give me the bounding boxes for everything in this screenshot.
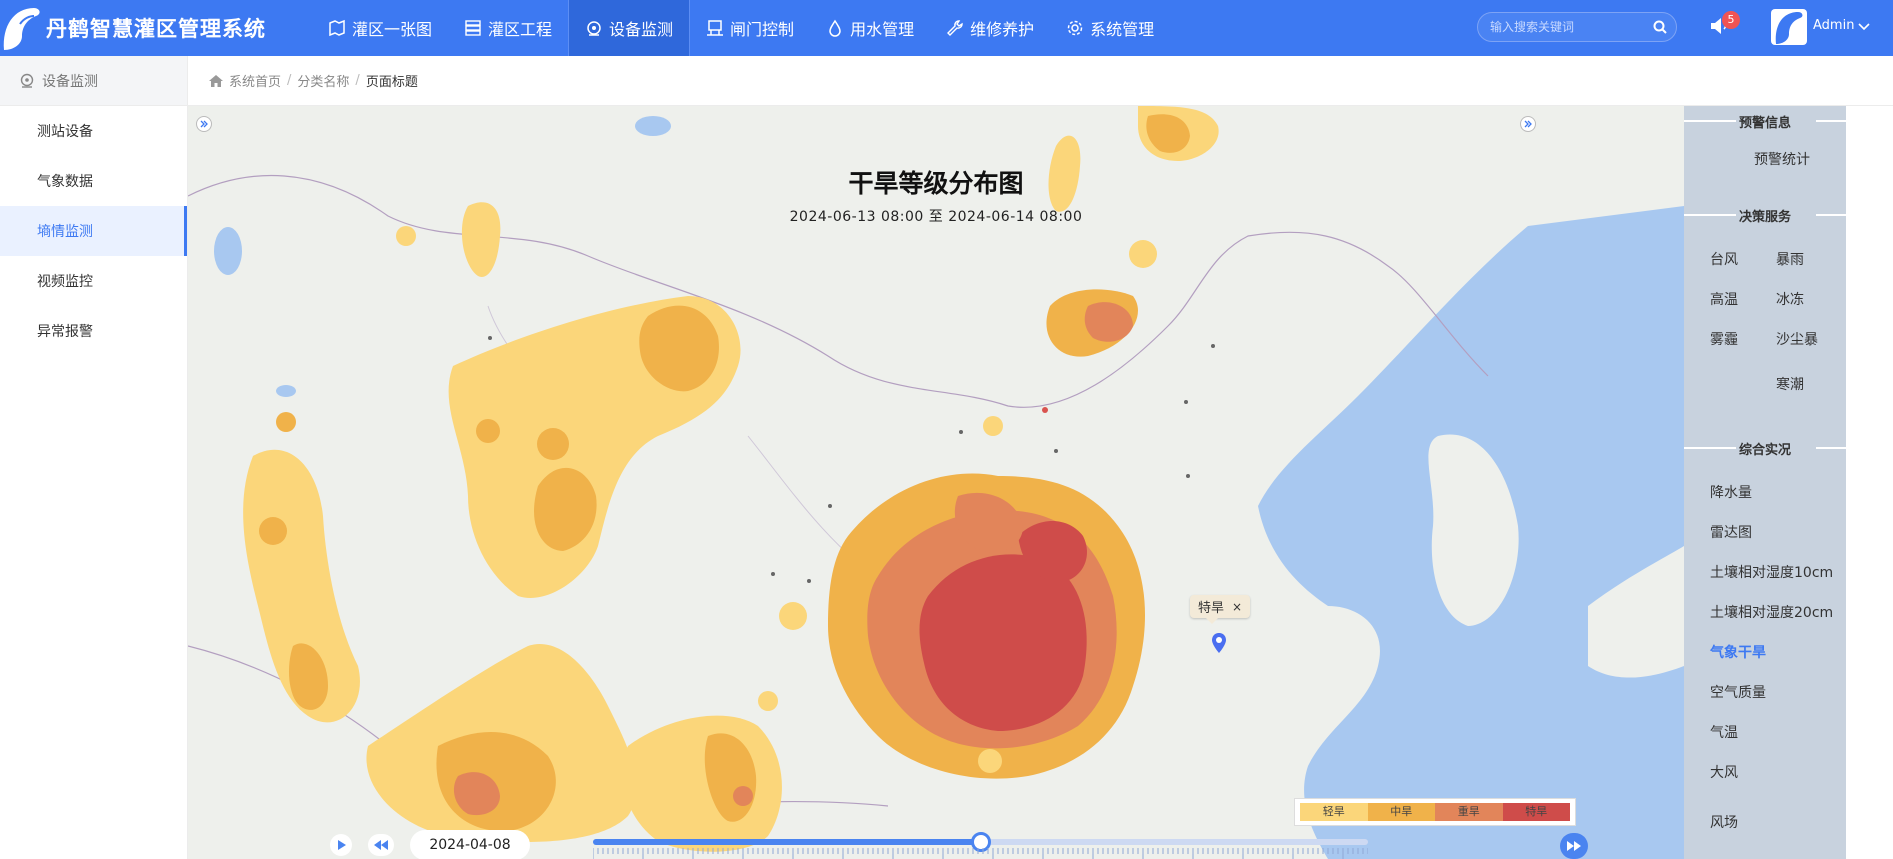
main-nav: 灌区一张图 灌区工程 设备监测 闸门控制 用水管理 维修养护 系统管理 [312,0,1170,56]
avatar[interactable] [1771,9,1807,45]
sidebar-item-station-devices[interactable]: 测站设备 [0,106,187,156]
nav-label: 灌区工程 [488,20,553,39]
menu-item-soil-humidity-20cm[interactable]: 土壤相对湿度20cm [1710,602,1833,622]
menu-item-strong-wind[interactable]: 大风 [1710,762,1738,782]
nav-label: 设备监测 [609,20,674,39]
nav-label: 维修养护 [970,20,1035,39]
search-box [1477,12,1677,42]
legend-item-light: 轻旱 [1300,803,1368,821]
nav-item-irrigation-map[interactable]: 灌区一张图 [312,0,448,56]
menu-item-soil-humidity-10cm[interactable]: 土壤相对湿度10cm [1710,562,1833,582]
home-icon [209,74,223,87]
menu-item-warning-stats[interactable]: 预警统计 [1754,149,1810,169]
nav-item-maintenance[interactable]: 维修养护 [930,0,1050,56]
wrench-icon [947,20,963,36]
nav-item-device-monitoring[interactable]: 设备监测 [568,0,691,56]
breadcrumb-category[interactable]: 分类名称 [297,71,349,90]
nav-item-gate-control[interactable]: 闸门控制 [690,0,810,56]
popup-close-button[interactable]: × [1232,600,1242,614]
map-icon [329,19,345,37]
timeline-date[interactable]: 2024-04-08 [410,830,530,859]
username[interactable]: Admin [1813,18,1854,33]
timeline-progress [593,839,981,845]
menu-item-precipitation[interactable]: 降水量 [1710,482,1752,502]
menu-item-meteorological-drought[interactable]: 气象干旱 [1710,642,1766,662]
section-warning-title: 预警信息 [1684,112,1846,131]
sidebar-item-alarms[interactable]: 异常报警 [0,306,187,356]
expand-left-icon[interactable] [196,116,212,132]
menu-item-sandstorm[interactable]: 沙尘暴 [1776,329,1818,349]
drought-map[interactable]: 干旱等级分布图 2024-06-13 08:00 至 2024-06-14 08… [188,106,1684,859]
nav-item-system-management[interactable]: 系统管理 [1050,0,1170,56]
lake [276,385,296,397]
chevron-down-icon[interactable] [1857,19,1871,33]
popup-label: 特旱 [1198,601,1225,616]
menu-item-haze[interactable]: 雾霾 [1710,329,1738,349]
crane-logo-icon [3,8,40,50]
nav-label: 灌区一张图 [352,20,433,39]
menu-item-freeze[interactable]: 冰冻 [1776,289,1804,309]
breadcrumb-separator: / [355,73,360,88]
gate-icon [707,20,724,36]
menu-item-temperature[interactable]: 气温 [1710,722,1738,742]
menu-item-wind-field[interactable]: 风场 [1710,812,1738,832]
breadcrumb: 系统首页 / 分类名称 / 页面标题 [188,56,1893,106]
sidebar-item-weather-data[interactable]: 气象数据 [0,156,187,206]
timeline-slider[interactable] [593,832,1368,852]
drought-legend: 轻旱 中旱 重旱 特旱 [1294,798,1576,826]
breadcrumb-page: 页面标题 [365,75,418,90]
sidebar-header: 设备监测 [0,56,187,106]
fast-forward-button[interactable] [1560,833,1588,859]
right-panel: 预警信息 预警统计 决策服务 台风 暴雨 高温 冰冻 雾霾 沙尘暴 寒潮 综合实… [1684,106,1846,859]
nav-item-engineering[interactable]: 灌区工程 [448,0,568,56]
right-margin [1846,106,1893,859]
sidebar-item-video[interactable]: 视频监控 [0,256,187,306]
breadcrumb-separator: / [287,73,292,88]
section-decision-title: 决策服务 [1684,206,1846,225]
notification-badge: 5 [1722,11,1740,29]
brand: 丹鹤智慧灌区管理系统 [0,0,266,56]
menu-item-cold-wave[interactable]: 寒潮 [1776,374,1804,394]
expand-right-icon[interactable] [1520,116,1536,132]
play-button[interactable] [330,834,352,856]
nav-label: 用水管理 [850,20,915,39]
timeline-ticks [593,848,1368,859]
user-logo-icon [1775,12,1803,44]
app-title: 丹鹤智慧灌区管理系统 [46,17,266,41]
nav-label: 闸门控制 [730,20,795,39]
sidebar-header-label: 设备监测 [42,73,98,90]
breadcrumb-home[interactable]: 系统首页 [229,71,281,90]
map-popup: 特旱 × [1190,595,1251,624]
server-icon [465,20,481,36]
sidebar-item-soil-moisture[interactable]: 墒情监测 [0,206,187,256]
legend-item-moderate: 中旱 [1367,803,1435,821]
rewind-button[interactable] [368,834,394,856]
lake [635,116,671,136]
section-realtime-title: 综合实况 [1684,439,1846,458]
monitor-icon [587,21,601,36]
gear-icon [1067,20,1083,36]
menu-item-air-quality[interactable]: 空气质量 [1710,682,1766,702]
search-input[interactable] [1488,18,1648,36]
nav-label: 系统管理 [1090,20,1155,39]
monitor-icon [20,73,34,88]
menu-item-rainstorm[interactable]: 暴雨 [1776,249,1804,269]
legend-item-extreme: 特旱 [1502,803,1570,821]
location-pin-icon[interactable] [1211,632,1227,654]
map-title: 干旱等级分布图 [848,169,1024,198]
nav-item-water-management[interactable]: 用水管理 [810,0,930,56]
search-icon[interactable] [1652,19,1668,35]
menu-item-typhoon[interactable]: 台风 [1710,249,1738,269]
map-subtitle: 2024-06-13 08:00 至 2024-06-14 08:00 [789,209,1083,225]
sidebar: 设备监测 测站设备 气象数据 墒情监测 视频监控 异常报警 [0,56,188,859]
lake [214,227,242,275]
water-drop-icon [829,19,841,37]
menu-item-heat[interactable]: 高温 [1710,289,1738,309]
legend-item-severe: 重旱 [1435,803,1503,821]
menu-item-radar[interactable]: 雷达图 [1710,522,1752,542]
top-bar: 丹鹤智慧灌区管理系统 灌区一张图 灌区工程 设备监测 闸门控制 用水管理 维修养… [0,0,1893,56]
